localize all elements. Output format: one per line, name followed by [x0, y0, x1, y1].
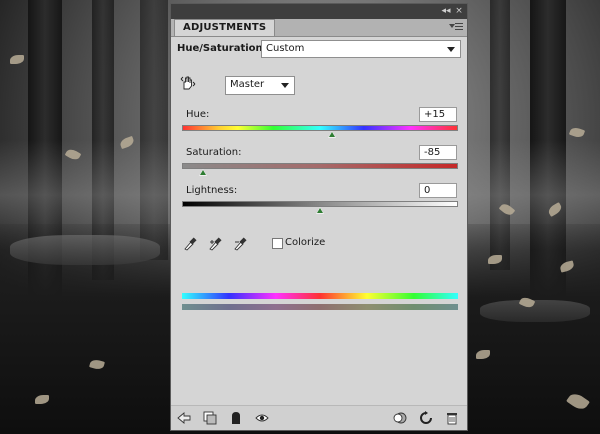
lightness-input[interactable]: 0	[419, 183, 457, 198]
adjustment-title: Hue/Saturation	[177, 43, 263, 54]
channel-value: Master	[230, 79, 265, 90]
output-color-spectrum	[182, 304, 458, 310]
targeted-adjustment-hand-icon[interactable]	[180, 75, 196, 91]
leaf	[568, 125, 586, 140]
colorize-checkbox[interactable]	[272, 238, 283, 249]
saturation-slider-thumb[interactable]	[198, 169, 207, 176]
hue-label: Hue:	[186, 109, 210, 120]
saturation-label: Saturation:	[186, 147, 242, 158]
hue-input[interactable]: +15	[419, 107, 457, 122]
saturation-input[interactable]: -85	[419, 145, 457, 160]
layer-mask-icon[interactable]	[229, 411, 243, 425]
input-color-spectrum	[182, 293, 458, 299]
back-arrow-icon[interactable]	[177, 411, 191, 425]
visibility-eye-icon[interactable]	[255, 411, 269, 425]
lightness-slider-thumb[interactable]	[316, 207, 324, 214]
leaf	[10, 55, 24, 64]
panel-title-bar[interactable]	[171, 4, 467, 20]
puddle	[10, 235, 160, 265]
channel-dropdown[interactable]: Master	[225, 76, 295, 95]
tab-adjustments[interactable]: ADJUSTMENTS	[174, 19, 276, 36]
hue-spectrum-bar[interactable]	[182, 125, 458, 131]
close-icon[interactable]: ×	[452, 6, 466, 16]
panel-menu-icon[interactable]	[449, 22, 463, 32]
chevron-down-icon	[447, 47, 455, 52]
saturation-bar[interactable]	[182, 163, 458, 169]
colorize-label: Colorize	[285, 237, 326, 248]
trash-icon[interactable]	[445, 411, 459, 425]
preset-value: Custom	[266, 43, 305, 54]
hue-slider-thumb[interactable]	[327, 131, 336, 138]
puddle	[480, 300, 590, 322]
eyedropper-icon[interactable]	[183, 235, 197, 251]
panel-footer	[171, 405, 467, 430]
view-previous-icon[interactable]	[393, 411, 407, 425]
preset-dropdown[interactable]: Custom	[261, 40, 461, 58]
lightness-label: Lightness:	[186, 185, 238, 196]
collapse-icon[interactable]: ◂◂	[439, 6, 453, 16]
chevron-down-icon	[281, 83, 289, 88]
eyedropper-minus-icon[interactable]	[233, 235, 247, 251]
reset-icon[interactable]	[419, 411, 433, 425]
adjustments-panel: ◂◂ × ADJUSTMENTS Hue/Saturation Custom M…	[170, 3, 468, 431]
clip-to-layer-icon[interactable]	[203, 411, 217, 425]
eyedropper-plus-icon[interactable]	[208, 235, 222, 251]
